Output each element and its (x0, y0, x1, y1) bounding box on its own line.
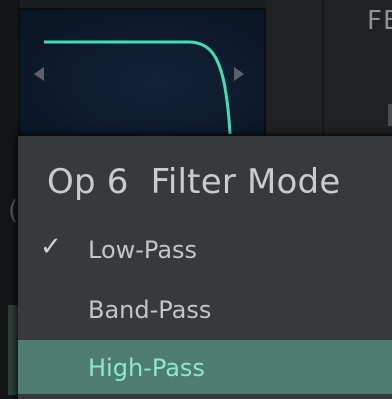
screen-root: ( FE Op 6 Filter Mode ✓ Low-Pass Band-Pa… (0, 0, 392, 399)
menu-item-label: Low-Pass (88, 236, 198, 264)
edge-glyph: ( (8, 196, 19, 226)
menu-item-high-pass[interactable]: High-Pass (18, 340, 392, 394)
triangle-right-icon[interactable] (234, 67, 244, 81)
right-panel-divider (322, 0, 324, 140)
menu-item-low-pass[interactable]: ✓ Low-Pass (18, 222, 392, 276)
filter-curve-graph (44, 40, 232, 135)
right-panel-tick (388, 104, 392, 126)
menu-item-band-pass[interactable]: Band-Pass (18, 282, 392, 336)
popup-title: Op 6 Filter Mode (47, 162, 341, 202)
filter-response-display[interactable] (18, 8, 266, 144)
filter-mode-popup-menu: Op 6 Filter Mode ✓ Low-Pass Band-Pass Hi… (18, 136, 392, 399)
checkmark-icon: ✓ (40, 232, 62, 262)
menu-item-label: High-Pass (88, 354, 205, 382)
menu-item-label: Band-Pass (88, 296, 212, 324)
filter-curve (44, 40, 232, 135)
triangle-left-icon[interactable] (34, 67, 44, 81)
right-panel-label: FE (367, 6, 392, 36)
left-accent-strip (8, 305, 18, 395)
